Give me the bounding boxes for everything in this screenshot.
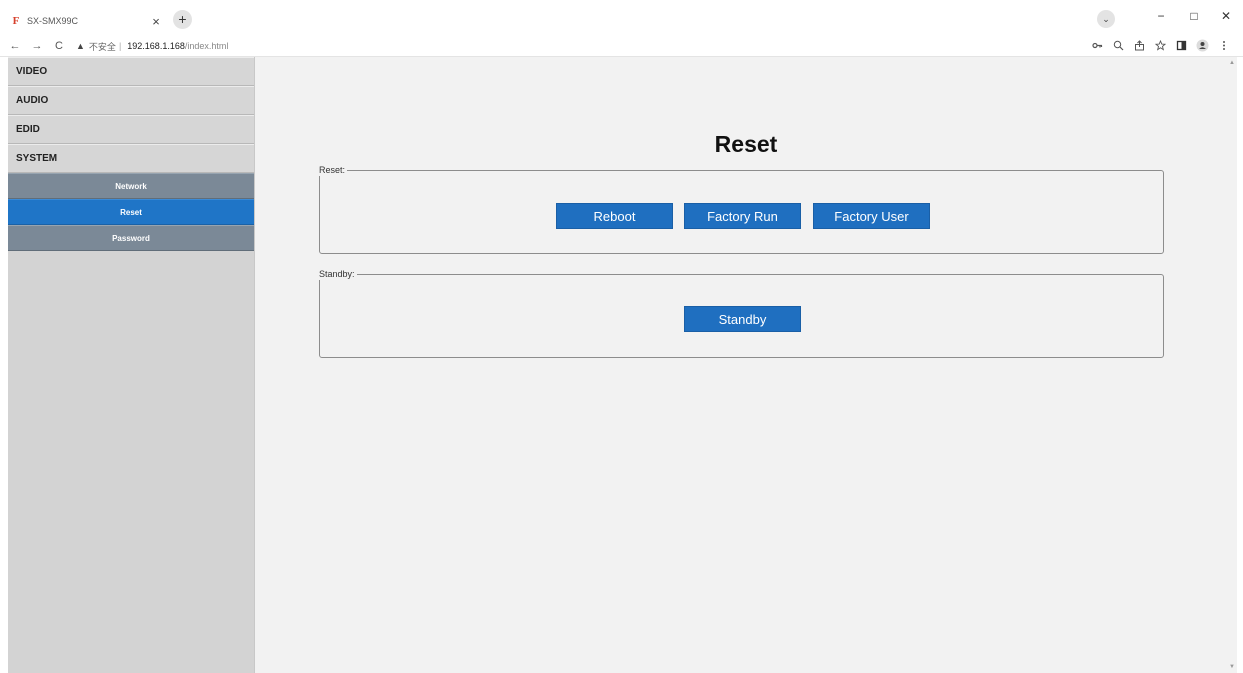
sidebar-item-edid[interactable]: EDID [8,115,254,144]
url-path: /index.html [184,41,229,51]
url-separator: | [118,41,122,51]
menu-icon[interactable] [1214,40,1233,53]
star-icon[interactable] [1151,39,1170,53]
browser-tab-bar: F SX-SMX99C × + ⌄ − □ ✕ [0,0,1243,36]
favicon-icon: F [12,15,20,27]
vertical-scrollbar[interactable]: ▲ ▼ [1227,57,1237,673]
tab-search-button[interactable]: ⌄ [1097,10,1115,28]
close-window-icon[interactable]: ✕ [1216,9,1236,23]
page-viewport: VIDEO AUDIO EDID SYSTEM Network Reset Pa… [8,57,1237,673]
sidebar-item-system[interactable]: SYSTEM [8,144,254,173]
back-icon[interactable]: ← [8,40,22,52]
page-title: Reset [714,131,778,157]
scroll-down-icon[interactable]: ▼ [1229,664,1235,670]
forward-icon[interactable]: → [30,40,44,52]
factory-user-button[interactable]: Factory User [813,203,930,229]
browser-toolbar [1086,36,1233,57]
zoom-icon[interactable] [1109,40,1128,53]
url-field[interactable]: ▲ 不安全 | 192.168.1.168/index.html [76,40,228,53]
key-icon[interactable] [1088,40,1107,53]
maximize-icon[interactable]: □ [1184,9,1204,23]
url-host: 192.168.1.168 [127,41,185,51]
main-content: Reset Reset: Reboot Factory Run Factory … [255,57,1237,673]
reset-group-legend: Reset: [319,165,348,176]
share-icon[interactable] [1130,40,1149,53]
standby-group: Standby: Standby [319,269,1164,358]
reset-group: Reset: Reboot Factory Run Factory User [319,165,1164,254]
sidebar-subitem-network[interactable]: Network [8,173,254,199]
address-bar: ← → C ▲ 不安全 | 192.168.1.168/index.html [0,36,1243,57]
sidebar-subitem-password[interactable]: Password [8,225,254,251]
minimize-icon[interactable]: − [1151,9,1171,23]
factory-run-button[interactable]: Factory Run [684,203,801,229]
reload-icon[interactable]: C [52,40,66,52]
sidebar: VIDEO AUDIO EDID SYSTEM Network Reset Pa… [8,57,255,673]
sidebar-item-video[interactable]: VIDEO [8,57,254,86]
reboot-button[interactable]: Reboot [556,203,673,229]
sidepanel-icon[interactable] [1172,40,1191,53]
browser-tab[interactable]: F SX-SMX99C × [8,6,196,36]
security-label[interactable]: 不安全 [89,40,116,53]
warning-icon[interactable]: ▲ [76,41,85,51]
profile-icon[interactable] [1193,39,1212,54]
standby-group-legend: Standby: [319,269,357,280]
new-tab-button[interactable]: + [173,10,192,29]
scroll-up-icon[interactable]: ▲ [1229,60,1235,66]
sidebar-subitem-reset[interactable]: Reset [8,199,254,225]
tab-close-icon[interactable]: × [147,14,165,29]
tab-title: SX-SMX99C [27,16,79,26]
sidebar-item-audio[interactable]: AUDIO [8,86,254,115]
standby-button[interactable]: Standby [684,306,801,332]
